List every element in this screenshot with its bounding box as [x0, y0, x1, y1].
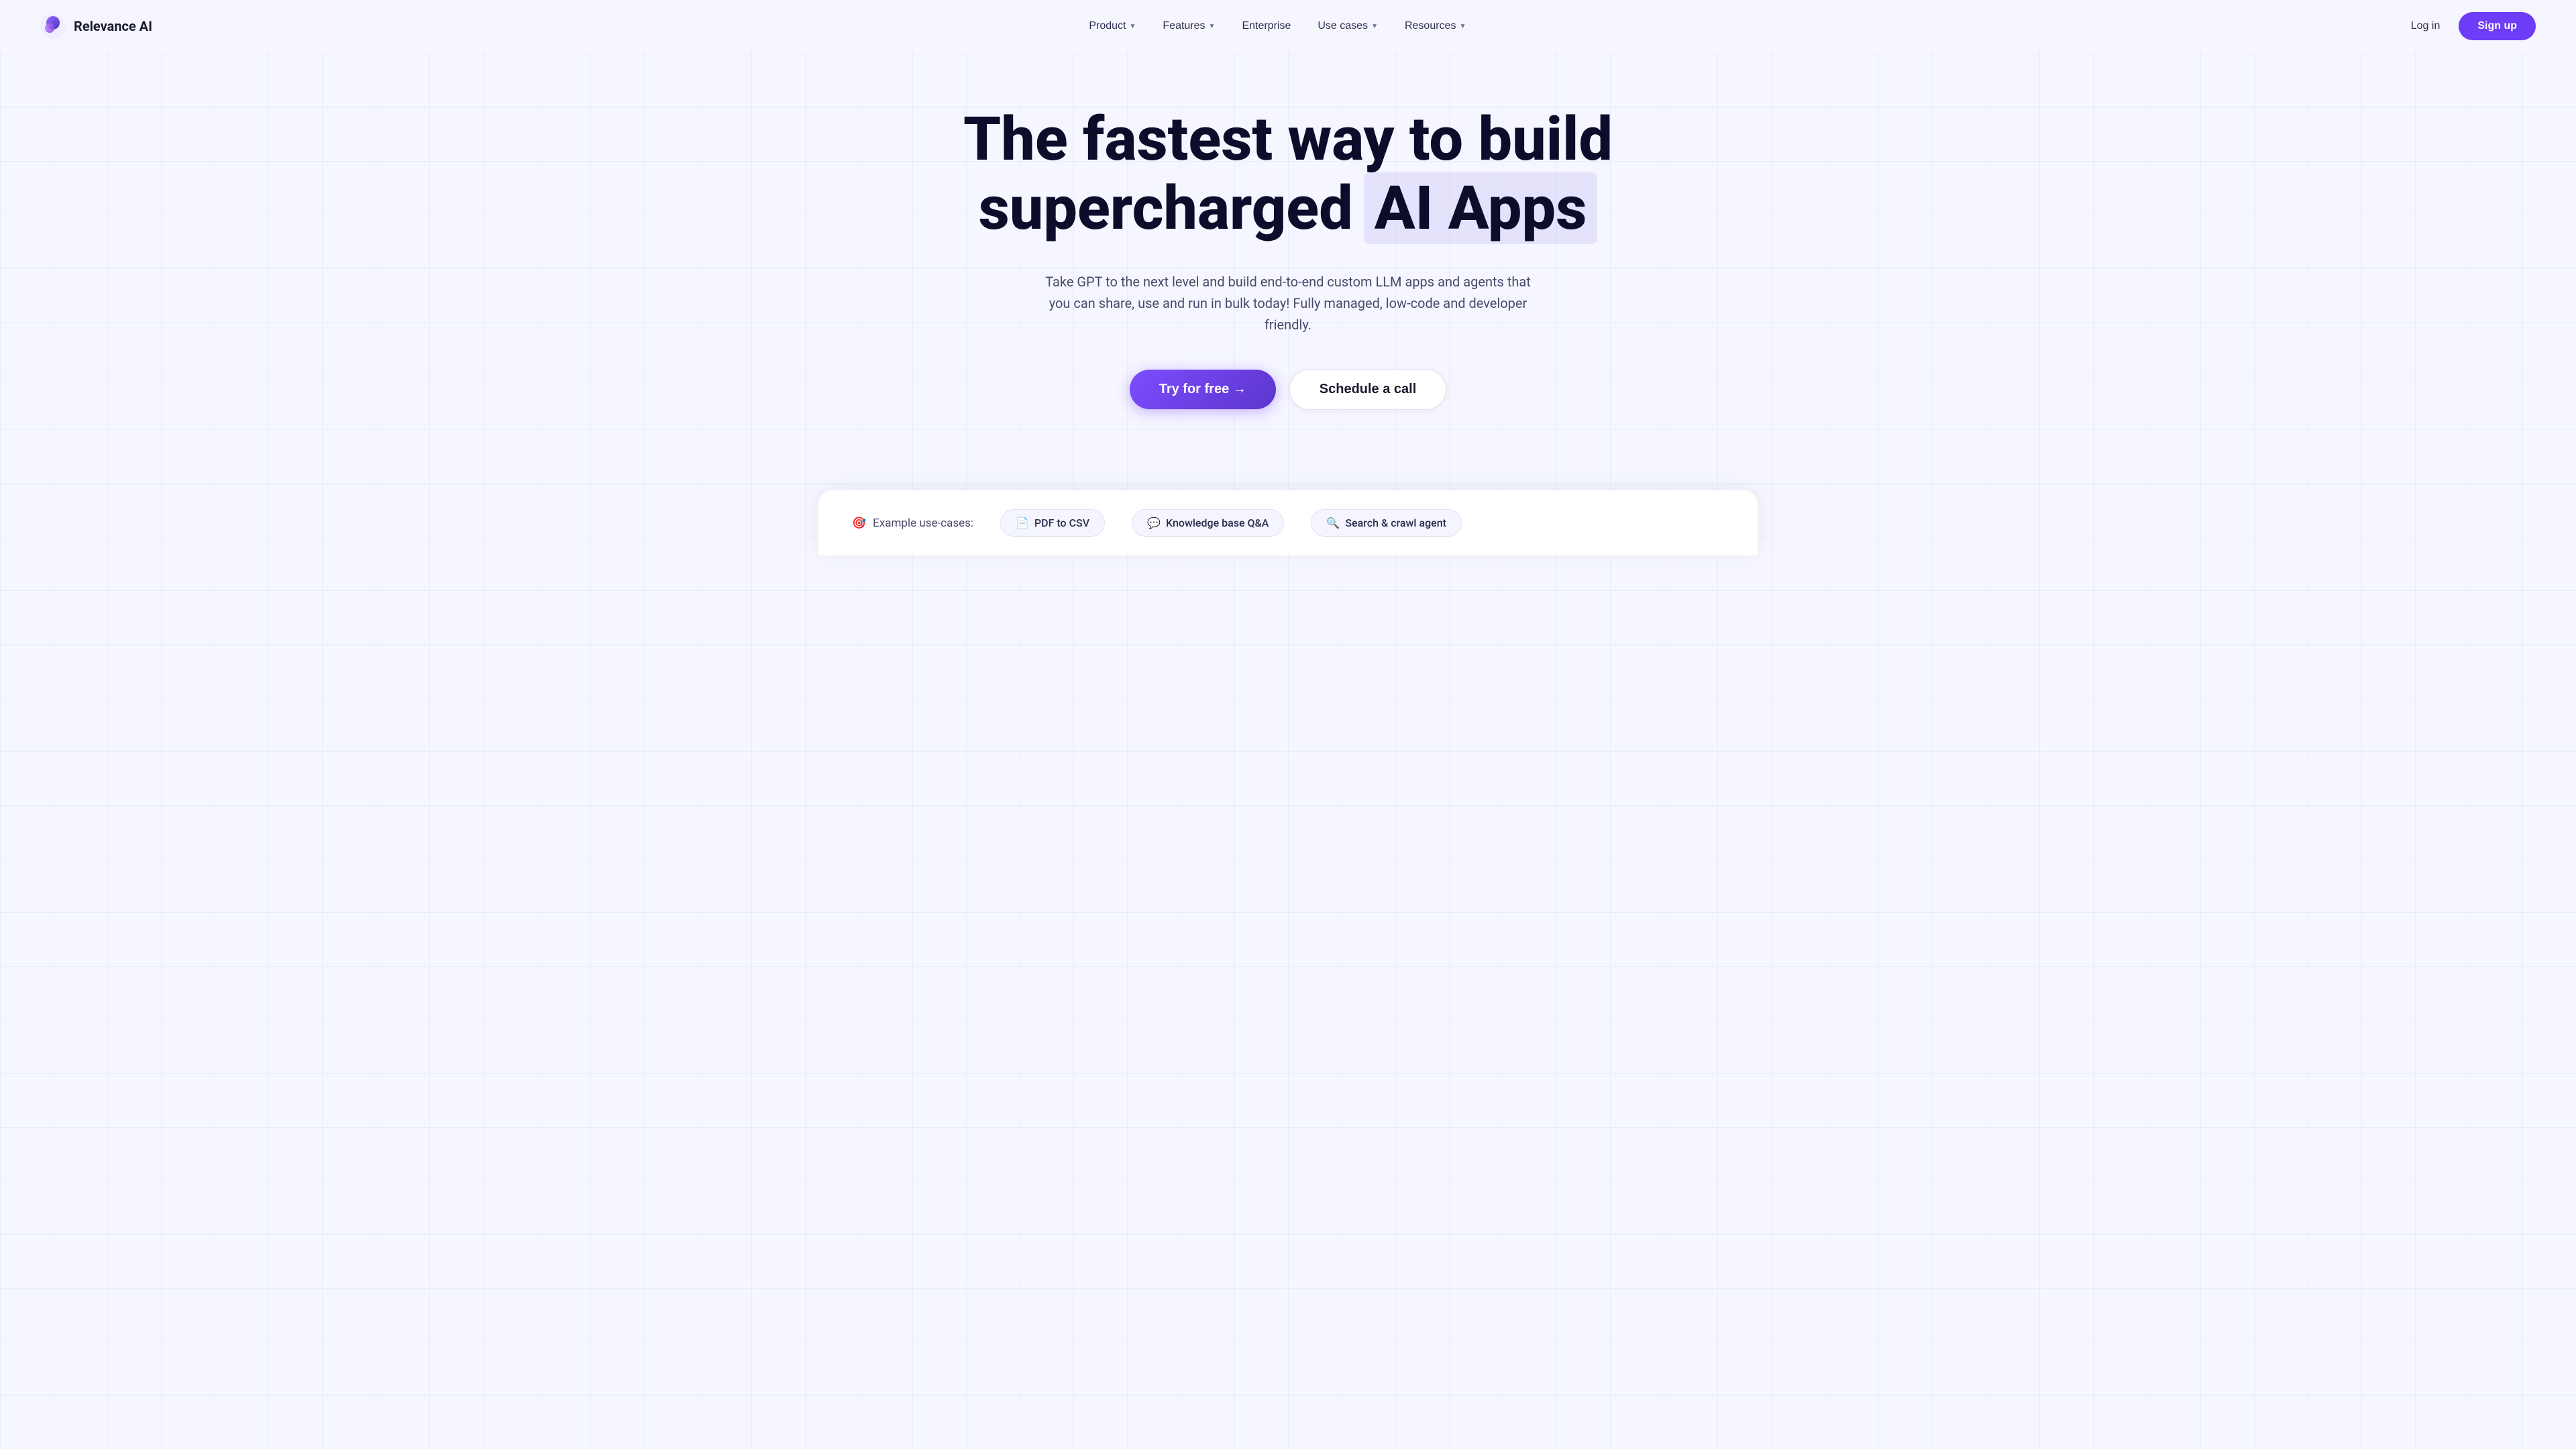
nav-enterprise[interactable]: Enterprise: [1231, 15, 1301, 38]
schedule-call-button[interactable]: Schedule a call: [1289, 369, 1447, 410]
navbar: Relevance AI Product ▼ Features ▼ Enterp…: [0, 0, 2576, 52]
nav-features[interactable]: Features ▼: [1152, 15, 1226, 38]
nav-actions: Log in Sign up: [2403, 12, 2536, 40]
use-cases-bar: 🎯 Example use-cases: 📄 PDF to CSV 💬 Know…: [818, 490, 1758, 555]
use-cases-label: 🎯 Example use-cases:: [852, 517, 973, 530]
hero-title-line1: The fastest way to build: [912, 106, 1664, 172]
use-cases-emoji: 🎯: [852, 517, 866, 530]
chevron-down-icon: ▼: [1459, 23, 1466, 30]
nav-links: Product ▼ Features ▼ Enterprise Use case…: [1078, 15, 1477, 38]
nav-product[interactable]: Product ▼: [1078, 15, 1146, 38]
hero-subtitle: Take GPT to the next level and build end…: [1033, 271, 1543, 335]
signup-button[interactable]: Sign up: [2459, 12, 2536, 40]
chevron-down-icon: ▼: [1209, 23, 1216, 30]
hero-cta-group: Try for free → Schedule a call: [912, 369, 1664, 410]
try-free-button[interactable]: Try for free →: [1130, 370, 1276, 409]
hero-title: The fastest way to build supercharged AI…: [912, 106, 1664, 244]
logo-icon: [40, 13, 66, 39]
search-icon: 🔍: [1326, 517, 1340, 529]
hero-title-line2: supercharged AI Apps: [912, 172, 1664, 244]
login-button[interactable]: Log in: [2403, 15, 2449, 38]
use-case-search-crawl[interactable]: 🔍 Search & crawl agent: [1311, 509, 1462, 537]
nav-resources[interactable]: Resources ▼: [1394, 15, 1477, 38]
ai-apps-highlight: AI Apps: [1364, 172, 1598, 244]
brand-name: Relevance AI: [74, 18, 152, 34]
nav-use-cases[interactable]: Use cases ▼: [1307, 15, 1389, 38]
pdf-icon: 📄: [1016, 517, 1029, 529]
chevron-down-icon: ▼: [1129, 23, 1136, 30]
chat-icon: 💬: [1147, 517, 1161, 529]
hero-section: The fastest way to build supercharged AI…: [885, 52, 1690, 490]
logo-link[interactable]: Relevance AI: [40, 13, 152, 39]
chevron-down-icon: ▼: [1371, 23, 1378, 30]
use-case-knowledge-base[interactable]: 💬 Knowledge base Q&A: [1132, 509, 1284, 537]
use-case-pdf-csv[interactable]: 📄 PDF to CSV: [1000, 509, 1105, 537]
